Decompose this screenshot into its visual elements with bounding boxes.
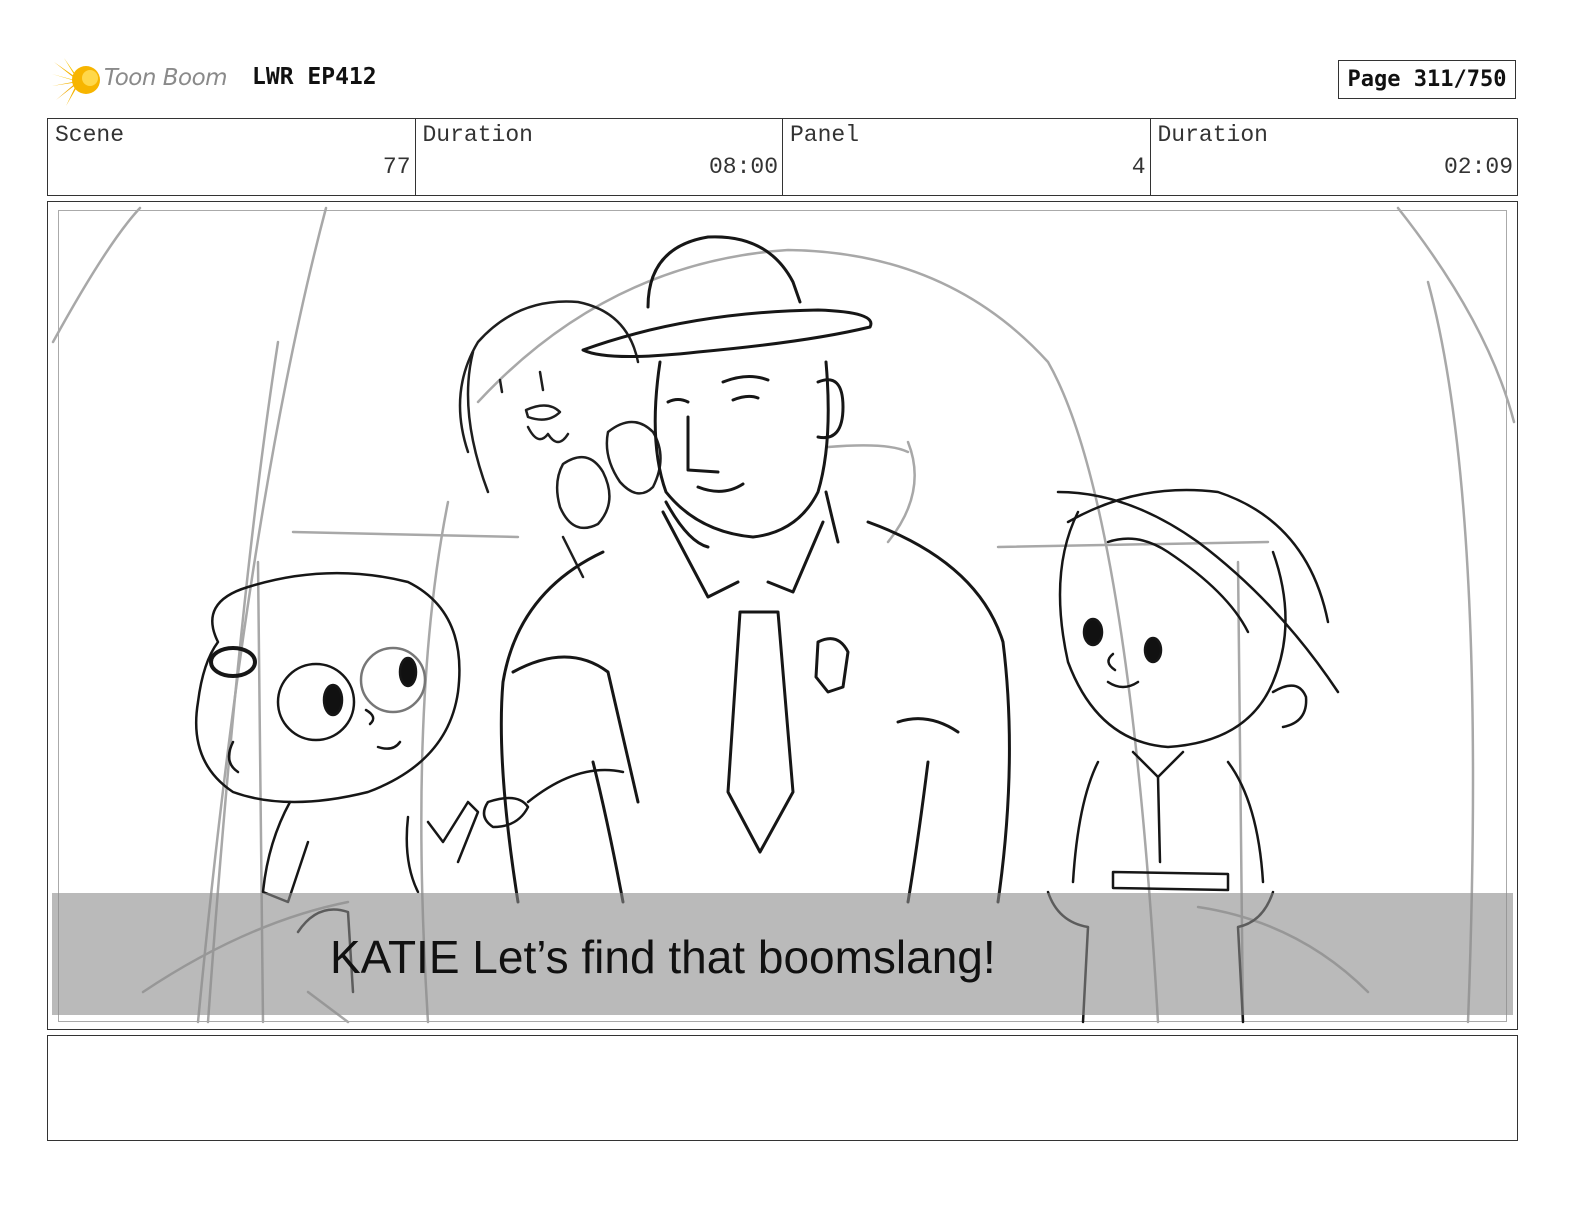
scene-cell: Scene 77: [48, 119, 416, 195]
scene-duration-cell: Duration 08:00: [416, 119, 783, 195]
scene-duration-label: Duration: [422, 122, 533, 148]
scene-label: Scene: [55, 122, 125, 148]
panel-cell: Panel 4: [783, 119, 1151, 195]
starburst-icon: [52, 58, 100, 106]
logo-text: Toon Boom: [104, 65, 228, 91]
scene-value: 77: [382, 154, 411, 180]
project-title: LWR EP412: [252, 64, 377, 90]
scene-info-row: Scene 77 Duration 08:00 Panel 4 Duration…: [47, 118, 1518, 196]
page-number: Page 311/750: [1338, 60, 1516, 99]
panel-duration-label: Duration: [1157, 122, 1268, 148]
toon-boom-logo: Toon Boom: [52, 56, 238, 106]
panel-duration-cell: Duration 02:09: [1151, 119, 1518, 195]
panel-label: Panel: [790, 122, 860, 148]
dialogue-caption: KATIE Let’s find that boomslang!: [330, 931, 996, 983]
panel-value: 4: [1131, 154, 1146, 180]
storyboard-panel: KATIE Let’s find that boomslang!: [47, 201, 1518, 1030]
panel-duration-value: 02:09: [1443, 154, 1513, 180]
panel-notes-box[interactable]: [47, 1035, 1518, 1141]
scene-duration-value: 08:00: [708, 154, 778, 180]
